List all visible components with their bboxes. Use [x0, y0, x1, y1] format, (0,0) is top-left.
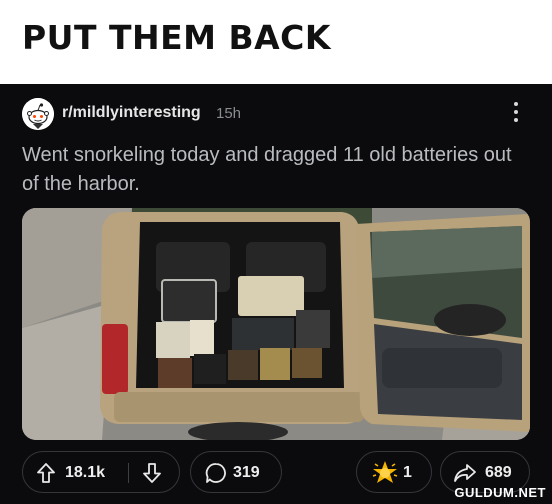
arrow-up-icon[interactable] — [37, 463, 55, 483]
meme-caption-bar: PUT THEM BACK — [0, 0, 552, 84]
post-title[interactable]: Went snorkeling today and dragged 11 old… — [22, 141, 522, 199]
vote-pill: 18.1k — [22, 451, 180, 493]
subreddit-name[interactable]: r/mildlyinteresting — [62, 104, 201, 122]
arrow-down-icon[interactable] — [143, 463, 161, 483]
reddit-snoo-icon[interactable] — [22, 98, 54, 130]
share-arrow-icon — [454, 464, 476, 482]
meme-caption: PUT THEM BACK — [22, 18, 331, 57]
site-watermark: GULDUM.NET — [454, 485, 546, 500]
comment-count: 319 — [233, 464, 260, 481]
post-age: 15h — [216, 105, 242, 122]
vertical-dots-icon[interactable] — [508, 99, 524, 125]
award-button[interactable]: 1 — [356, 451, 432, 493]
vote-score: 18.1k — [65, 464, 106, 481]
post-image[interactable] — [22, 208, 530, 440]
comments-button[interactable]: 319 — [190, 451, 282, 493]
award-medal-icon — [372, 461, 398, 483]
vote-divider — [128, 463, 129, 483]
award-count: 1 — [403, 464, 412, 481]
share-count: 689 — [485, 464, 512, 481]
speech-bubble-icon — [205, 463, 226, 483]
reddit-post-card: r/mildlyinteresting 15h Went snorkeling … — [0, 84, 552, 504]
